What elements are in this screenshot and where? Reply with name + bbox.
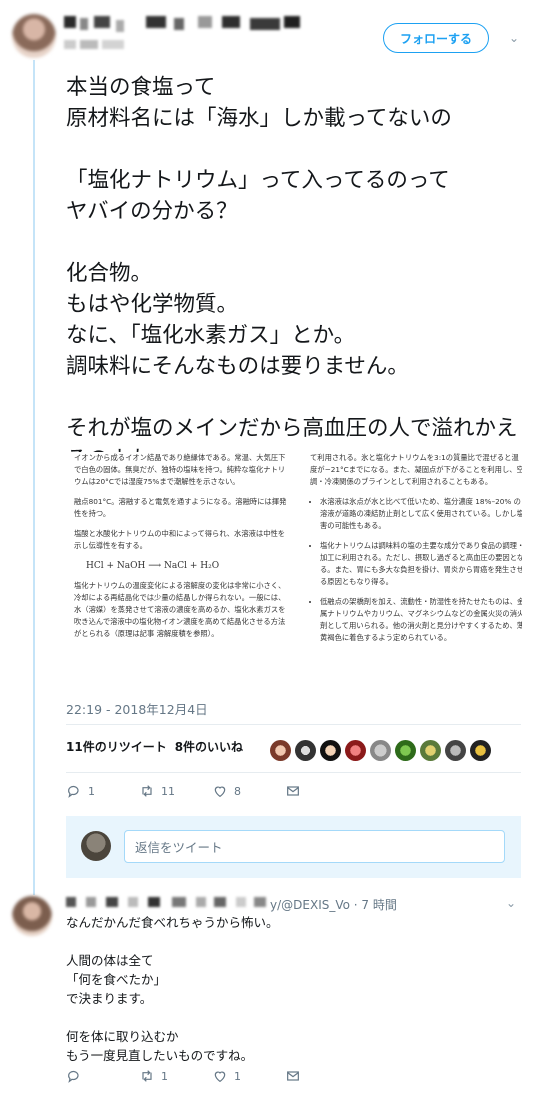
liker-avatar[interactable] xyxy=(295,740,316,761)
dm-button[interactable] xyxy=(285,783,358,799)
liker-avatar[interactable] xyxy=(445,740,466,761)
tweet-paragraph-1: 本当の食塩って 原材料名には「海水」しか載ってないの xyxy=(66,75,452,131)
tweet-paragraph-2: 「塩化ナトリウム」って入ってるのって ヤバイの分かる？ xyxy=(66,168,450,224)
reply-paragraph-2: 人間の体は全て 「何を食べたか」 で決まります。 xyxy=(66,953,167,1006)
liker-avatar[interactable] xyxy=(270,740,291,761)
tweet-timestamp[interactable]: 22:19 - 2018年12月4日 xyxy=(66,699,208,718)
heart-icon xyxy=(214,786,226,798)
reply-icon xyxy=(68,1070,79,1083)
liker-avatar[interactable] xyxy=(420,740,441,761)
media-list-item: 低融点の架橋剤を加え、流動性・防湿性を持たせたものは、金属ナトリウムやカリウム、… xyxy=(320,596,522,644)
thread-line xyxy=(33,60,35,895)
retweet-button[interactable]: 11 xyxy=(139,783,212,799)
liker-avatar[interactable] xyxy=(370,740,391,761)
divider xyxy=(66,724,521,725)
heart-icon xyxy=(214,1071,226,1083)
media-text: イオンから成るイオン結晶であり絶縁体である。常温、大気圧下で白色の固体。無臭だが… xyxy=(74,453,286,486)
reply-retweet-button[interactable]: 1 xyxy=(139,1068,212,1084)
retweet-icon xyxy=(142,1070,152,1082)
liker-avatar[interactable] xyxy=(395,740,416,761)
reply-count: 1 xyxy=(88,784,95,798)
media-text: 塩化ナトリウムの温度変化による溶解度の変化は非常に小さく、冷却による再結晶化では… xyxy=(74,581,286,638)
reply-handle-time[interactable]: y/@DEXIS_Vo · 7 時間 xyxy=(270,896,397,913)
envelope-icon xyxy=(287,1071,299,1081)
retweet-action-count: 11 xyxy=(161,784,175,798)
follow-button[interactable]: フォローする xyxy=(383,23,489,53)
reply-like-count: 1 xyxy=(234,1069,241,1083)
divider xyxy=(66,772,521,773)
reply-chevron-down-icon[interactable]: ⌄ xyxy=(506,896,516,910)
envelope-icon xyxy=(287,786,299,796)
reply-like-button[interactable]: 1 xyxy=(212,1068,285,1084)
media-text: 融点801°C。溶融すると電気を通すようになる。溶融時には揮発性を持つ。 xyxy=(74,497,287,518)
media-text: て利用される。氷と塩化ナトリウムを3:1の質量比で混ぜると温度が−21°Cまでに… xyxy=(310,453,522,486)
media-left-column: イオンから成るイオン結晶であり絶縁体である。常温、大気圧下で白色の固体。無臭だが… xyxy=(74,452,289,648)
reply-reply-button[interactable] xyxy=(66,1068,139,1084)
like-button[interactable]: 8 xyxy=(212,783,285,799)
retweet-count[interactable]: 11件のリツイート xyxy=(66,740,167,754)
like-action-count: 8 xyxy=(234,784,241,798)
reply-icon xyxy=(68,785,79,798)
media-list-item: 水溶液は氷点が水と比べて低いため、塩分濃度 18%–20% の溶液が道路の凍結防… xyxy=(320,496,522,532)
media-right-column: て利用される。氷と塩化ナトリウムを3:1の質量比で混ぜると温度が−21°Cまでに… xyxy=(310,452,522,652)
media-text: 塩酸と水酸化ナトリウムの中和によって得られ、水溶液は中性を示し伝導性を有する。 xyxy=(74,529,286,550)
tweet-actions: 1 11 8 xyxy=(66,783,358,799)
attached-image[interactable]: イオンから成るイオン結晶であり絶縁体である。常温、大気圧下で白色の固体。無臭だが… xyxy=(66,452,522,690)
author-avatar[interactable] xyxy=(12,14,56,58)
reply-actions: 1 1 xyxy=(66,1068,358,1084)
reply-button[interactable]: 1 xyxy=(66,783,139,799)
reply-text: なんだかんだ食べれちゃうから怖い。 人間の体は全て 「何を食べたか」 で決まりま… xyxy=(66,913,506,1065)
tweet-paragraph-3: 化合物。 もはや化学物質。 なに、「塩化水素ガス」とか。 調味料にそんなものは要… xyxy=(66,261,409,379)
reply-paragraph-3: 何を体に取り込むか もう一度見直したいものですね。 xyxy=(66,1029,254,1063)
reply-input[interactable]: 返信をツイート xyxy=(124,830,505,863)
media-list-item: 塩化ナトリウムは調味料の塩の主要な成分であり食品の調理・加工に利用される。ただし… xyxy=(320,540,522,588)
liker-avatar[interactable] xyxy=(470,740,491,761)
chemical-equation: HCl + NaOH ⟶ NaCl + H₂O xyxy=(86,561,220,571)
reply-author-avatar[interactable] xyxy=(12,896,52,936)
liker-avatars xyxy=(270,740,491,761)
current-user-avatar xyxy=(81,831,111,861)
reply-paragraph-1: なんだかんだ食べれちゃうから怖い。 xyxy=(66,915,279,930)
reply-retweet-count: 1 xyxy=(161,1069,168,1083)
liker-avatar[interactable] xyxy=(320,740,341,761)
liker-avatar[interactable] xyxy=(345,740,366,761)
reply-dm-button[interactable] xyxy=(285,1068,358,1084)
reply-composer: 返信をツイート xyxy=(66,816,521,878)
like-count[interactable]: 8件のいいね xyxy=(175,740,243,754)
engagement-stats: 11件のリツイート 8件のいいね xyxy=(66,738,243,755)
tweet-text: 本当の食塩って 原材料名には「海水」しか載ってないの 「塩化ナトリウム」って入っ… xyxy=(66,72,526,475)
chevron-down-icon[interactable]: ⌄ xyxy=(506,30,522,46)
retweet-icon xyxy=(142,785,152,797)
